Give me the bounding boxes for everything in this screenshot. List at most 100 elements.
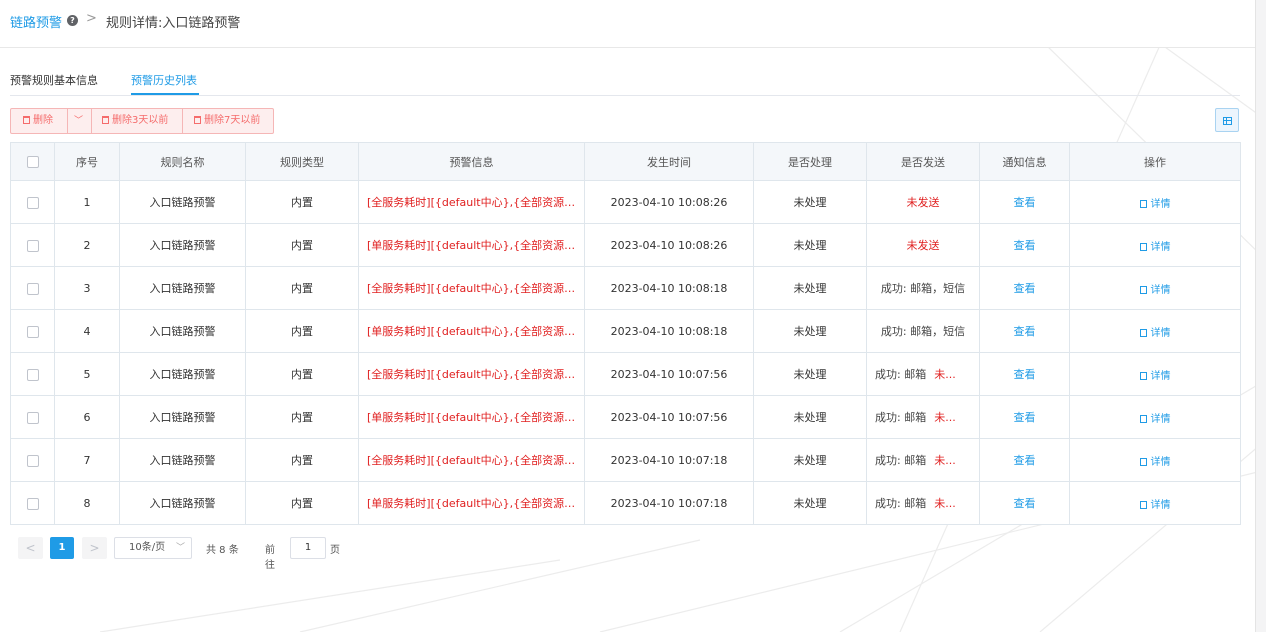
row-checkbox[interactable] <box>26 325 39 338</box>
row-checkbox[interactable] <box>26 497 39 510</box>
tab-bar: 预警规则基本信息 预警历史列表 <box>10 62 1240 96</box>
delete-7-days-button[interactable]: 删除7天以前 <box>194 109 260 133</box>
alert-info-cell: [单服务耗时][{default中心},{全部资源-web}] <box>358 395 585 439</box>
alert-info-text: [单服务耗时][{default中心},{全部资源-gateway}] <box>367 239 584 252</box>
view-notify-link[interactable]: 查看 <box>1014 239 1036 252</box>
table-row: 3入口链路预警内置 [全服务耗时][{default中心},{全部资源-gatew… <box>10 266 1241 310</box>
row-select-cell <box>10 481 55 525</box>
page-header: 链路预警 ? > 规则详情:入口链路预警 <box>0 0 1256 48</box>
seq-cell: 5 <box>54 352 120 396</box>
action-cell: 详情 <box>1069 395 1241 439</box>
alert-info-text: [全服务耗时][{default中心},{全部资源-web}] <box>367 368 584 381</box>
tab-history-list[interactable]: 预警历史列表 <box>131 72 197 88</box>
tab-basic-info[interactable]: 预警规则基本信息 <box>10 72 98 88</box>
prev-page-button[interactable]: < <box>18 537 43 559</box>
alert-info-text: [全服务耗时][{default中心},{全部资源-gateway}] <box>367 282 584 295</box>
detail-link[interactable]: 详情 <box>1139 242 1171 253</box>
document-icon <box>1139 199 1147 208</box>
send-success-text: 成功: 邮箱 <box>875 454 927 467</box>
detail-link[interactable]: 详情 <box>1139 414 1171 425</box>
rule-type-cell: 内置 <box>245 481 359 525</box>
document-icon <box>1139 242 1147 251</box>
send-status: 成功: 邮箱，短信 <box>880 325 966 338</box>
row-checkbox[interactable] <box>26 239 39 252</box>
alert-info-cell: [单服务耗时][{default中心},{全部资源-gateway}] <box>358 309 585 353</box>
page-unit-label: 页 <box>330 545 340 556</box>
detail-link[interactable]: 详情 <box>1139 371 1171 382</box>
document-icon <box>1139 371 1147 380</box>
table-grid-icon <box>1223 117 1232 125</box>
column-settings-button[interactable] <box>1215 108 1239 132</box>
send-success-text: 成功: 邮箱 <box>875 368 927 381</box>
detail-link[interactable]: 详情 <box>1139 327 1171 339</box>
sent-cell: 成功: 邮箱 未... <box>866 438 980 482</box>
alert-info-text: [单服务耗时][{default中心},{全部资源-gateway}] <box>367 325 584 338</box>
delete-button[interactable]: 删除 <box>23 109 53 133</box>
view-notify-link[interactable]: 查看 <box>1014 196 1036 209</box>
column-header-sent: 是否发送 <box>866 142 980 181</box>
detail-link[interactable]: 详情 <box>1139 285 1171 296</box>
send-success-text: 成功: 邮箱 <box>875 497 927 510</box>
handled-cell: 未处理 <box>753 481 867 525</box>
action-cell: 详情 <box>1069 266 1241 310</box>
row-checkbox[interactable] <box>26 282 39 295</box>
delete-label: 删除 <box>33 115 53 126</box>
detail-link[interactable]: 详情 <box>1139 199 1171 210</box>
row-checkbox[interactable] <box>26 411 39 424</box>
rule-name-cell: 入口链路预警 <box>119 180 246 224</box>
row-checkbox[interactable] <box>26 454 39 467</box>
notify-cell: 查看 <box>979 395 1070 439</box>
sent-cell: 成功: 邮箱 未... <box>866 395 980 439</box>
divider <box>67 109 68 133</box>
detail-link[interactable]: 详情 <box>1139 457 1171 468</box>
question-circle-icon[interactable]: ? <box>67 15 78 26</box>
action-cell: 详情 <box>1069 180 1241 224</box>
view-notify-link[interactable]: 查看 <box>1014 282 1036 295</box>
row-checkbox[interactable] <box>26 368 39 381</box>
view-notify-link[interactable]: 查看 <box>1014 368 1036 381</box>
row-checkbox[interactable] <box>26 196 39 209</box>
delete-3-days-button[interactable]: 删除3天以前 <box>102 109 168 133</box>
view-notify-link[interactable]: 查看 <box>1014 325 1036 338</box>
send-fail-text: 未... <box>934 497 956 510</box>
breadcrumb-root[interactable]: 链路预警 <box>10 12 62 31</box>
page-size-select[interactable]: 10条/页 ﹀ <box>114 537 192 559</box>
detail-label: 详情 <box>1150 327 1171 339</box>
chevron-down-icon[interactable]: ﹀ <box>74 109 83 133</box>
alert-info-cell: [全服务耗时][{default中心},{全部资源-gateway}] <box>358 438 585 482</box>
view-notify-link[interactable]: 查看 <box>1014 454 1036 467</box>
action-cell: 详情 <box>1069 309 1241 353</box>
table-row: 8入口链路预警内置 [单服务耗时][{default中心},{全部资源-gatew… <box>10 481 1241 525</box>
rule-type-cell: 内置 <box>245 352 359 396</box>
detail-link[interactable]: 详情 <box>1139 500 1171 511</box>
next-page-button[interactable]: > <box>82 537 107 559</box>
alert-info-cell: [单服务耗时][{default中心},{全部资源-gateway}] <box>358 481 585 525</box>
page: 链路预警 ? > 规则详情:入口链路预警 预警规则基本信息 预警历史列表 删除 … <box>0 0 1256 632</box>
trash-icon <box>23 116 30 124</box>
notify-cell: 查看 <box>979 180 1070 224</box>
rule-type-cell: 内置 <box>245 266 359 310</box>
notify-cell: 查看 <box>979 223 1070 267</box>
scrollbar-track[interactable] <box>1255 0 1266 632</box>
table-row: 1入口链路预警内置 [全服务耗时][{default中心},{全部资源-gatew… <box>10 180 1241 224</box>
rule-name-cell: 入口链路预警 <box>119 438 246 482</box>
time-cell: 2023-04-10 10:07:56 <box>584 395 754 439</box>
column-header-alert-info: 预警信息 <box>358 142 585 181</box>
view-notify-link[interactable]: 查看 <box>1014 497 1036 510</box>
time-cell: 2023-04-10 10:07:18 <box>584 438 754 482</box>
row-select-cell <box>10 395 55 439</box>
view-notify-link[interactable]: 查看 <box>1014 411 1036 424</box>
rule-name-cell: 入口链路预警 <box>119 309 246 353</box>
column-header-handled: 是否处理 <box>753 142 867 181</box>
time-cell: 2023-04-10 10:08:26 <box>584 180 754 224</box>
action-cell: 详情 <box>1069 352 1241 396</box>
chevron-down-icon: ﹀ <box>175 543 185 553</box>
column-header-notify: 通知信息 <box>979 142 1070 181</box>
table-row: 7入口链路预警内置 [全服务耗时][{default中心},{全部资源-gatew… <box>10 438 1241 482</box>
sent-cell: 成功: 邮箱，短信 <box>866 266 980 310</box>
trash-icon <box>194 116 201 124</box>
page-number-1[interactable]: 1 <box>50 537 74 559</box>
goto-page-input[interactable]: 1 <box>290 537 326 559</box>
seq-cell: 8 <box>54 481 120 525</box>
select-all-checkbox[interactable] <box>26 156 39 168</box>
